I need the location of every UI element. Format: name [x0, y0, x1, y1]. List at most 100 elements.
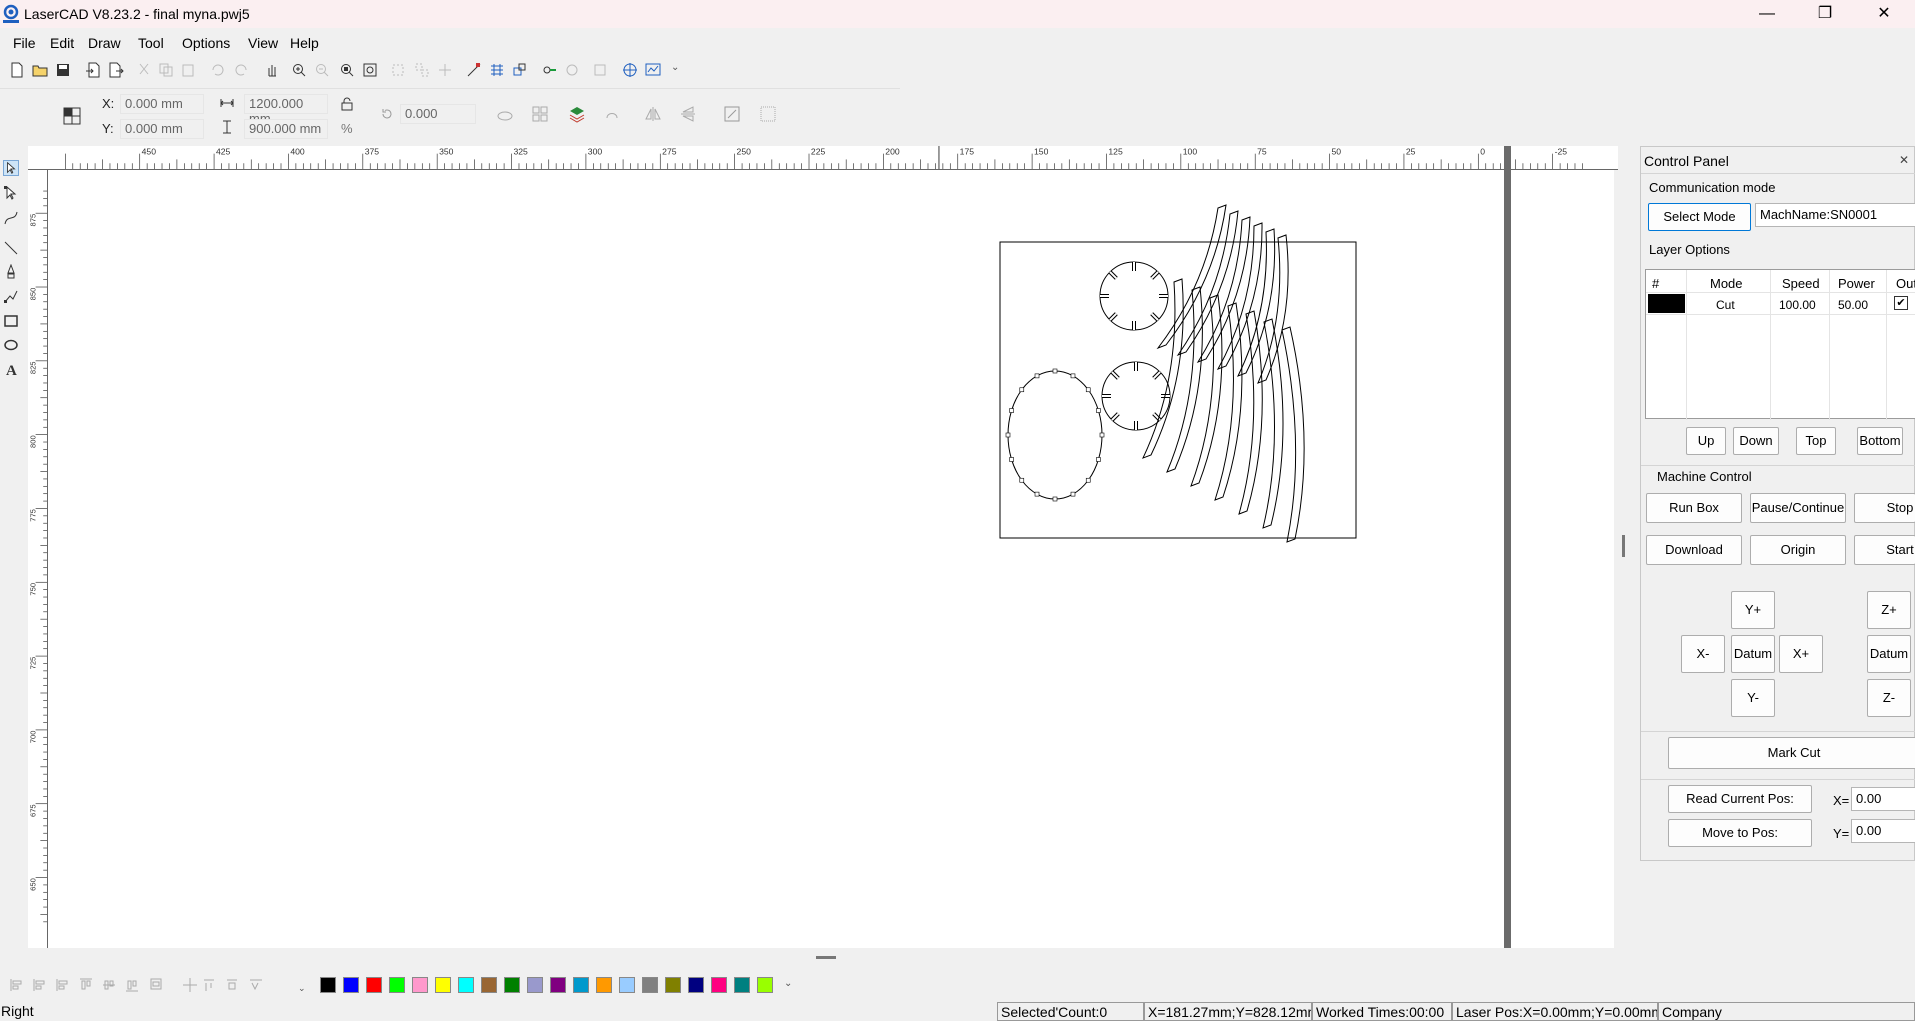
anchor-grid-icon[interactable]	[63, 107, 81, 125]
menu-help[interactable]: Help	[290, 35, 319, 51]
align-icon[interactable]	[512, 62, 528, 78]
palette-swatch[interactable]	[596, 977, 612, 993]
zoom-fit-icon[interactable]	[339, 62, 355, 78]
palette-swatch[interactable]	[366, 977, 382, 993]
run-box-button[interactable]: Run Box	[1646, 493, 1742, 523]
layer-output-checkbox[interactable]: ✔	[1894, 296, 1908, 310]
minimize-button[interactable]: —	[1738, 0, 1796, 28]
y-minus-button[interactable]: Y-	[1731, 679, 1775, 717]
layer-bottom-button[interactable]: Bottom	[1857, 427, 1903, 455]
line-tool-icon[interactable]	[3, 240, 19, 256]
stop-button[interactable]: Stop	[1854, 493, 1915, 523]
palette-swatch[interactable]	[389, 977, 405, 993]
layer-top-button[interactable]: Top	[1796, 427, 1836, 455]
palette-swatch[interactable]	[343, 977, 359, 993]
rectangle-tool-icon[interactable]	[3, 313, 19, 329]
z-minus-button[interactable]: Z-	[1867, 679, 1911, 717]
palette-swatch[interactable]	[573, 977, 589, 993]
palette-swatch[interactable]	[527, 977, 543, 993]
vertical-splitter-grip[interactable]	[1622, 535, 1625, 557]
y-position-field[interactable]: 0.000 mm	[120, 119, 204, 139]
palette-swatch[interactable]	[435, 977, 451, 993]
page-boundary-splitter[interactable]	[1504, 146, 1511, 948]
origin-button[interactable]: Origin	[1750, 535, 1846, 565]
layer-table[interactable]: # Mode Speed Power Out Cut 100.00 50.00 …	[1645, 269, 1915, 420]
download-button[interactable]: Download	[1646, 535, 1742, 565]
zoom-in-icon[interactable]	[291, 62, 307, 78]
new-file-icon[interactable]	[9, 62, 25, 78]
array-icon[interactable]	[489, 62, 505, 78]
layer-power[interactable]: 50.00	[1838, 298, 1868, 312]
x-pos-field[interactable]: 0.00	[1851, 787, 1915, 811]
menu-draw[interactable]: Draw	[88, 35, 121, 51]
height-field[interactable]: 900.000 mm	[244, 119, 328, 139]
layer-mode[interactable]: Cut	[1716, 298, 1735, 312]
laser-target-icon[interactable]	[622, 62, 638, 78]
datum-button[interactable]: Datum	[1731, 635, 1775, 673]
menu-options[interactable]: Options	[182, 35, 230, 51]
import-icon[interactable]	[85, 62, 101, 78]
close-button[interactable]: ✕	[1855, 0, 1913, 28]
layer-up-button[interactable]: Up	[1686, 427, 1726, 455]
ellipse-tool-icon[interactable]	[3, 337, 19, 353]
drawing-canvas[interactable]	[48, 170, 1614, 948]
open-folder-icon[interactable]	[32, 62, 48, 78]
palette-swatch[interactable]	[711, 977, 727, 993]
layer-color-cell[interactable]	[1648, 294, 1685, 313]
z-datum-button[interactable]: Datum	[1867, 635, 1911, 673]
x-minus-button[interactable]: X-	[1681, 635, 1725, 673]
menu-tool[interactable]: Tool	[138, 35, 164, 51]
node-select-tool-icon[interactable]	[3, 185, 19, 201]
cut-optimize-icon[interactable]	[542, 62, 558, 78]
design-artwork[interactable]	[48, 170, 1614, 948]
palette-swatch[interactable]	[734, 977, 750, 993]
polyline-tool-icon[interactable]	[3, 288, 19, 304]
palette-swatch[interactable]	[481, 977, 497, 993]
machine-name-field[interactable]: MachName:SN0001	[1755, 203, 1915, 227]
layer-down-button[interactable]: Down	[1733, 427, 1779, 455]
palette-swatch[interactable]	[665, 977, 681, 993]
x-plus-button[interactable]: X+	[1779, 635, 1823, 673]
simulate-icon[interactable]	[645, 62, 661, 78]
save-icon[interactable]	[55, 62, 71, 78]
palette-swatch[interactable]	[504, 977, 520, 993]
select-mode-button[interactable]: Select Mode	[1648, 203, 1751, 231]
y-plus-button[interactable]: Y+	[1731, 591, 1775, 629]
palette-swatch[interactable]	[688, 977, 704, 993]
node-edit-icon[interactable]	[466, 62, 482, 78]
pan-hand-icon[interactable]	[264, 62, 280, 78]
text-tool-icon[interactable]: A	[3, 361, 19, 377]
palette-swatch[interactable]	[320, 977, 336, 993]
toolbar-overflow-icon[interactable]: ⌄	[671, 62, 687, 78]
menu-edit[interactable]: Edit	[50, 35, 74, 51]
export-icon[interactable]	[108, 62, 124, 78]
palette-swatch[interactable]	[412, 977, 428, 993]
width-field[interactable]: 1200.000 mm	[244, 94, 328, 126]
maximize-button[interactable]: ❐	[1796, 0, 1854, 28]
pen-tool-icon[interactable]	[3, 264, 19, 280]
palette-swatch[interactable]	[458, 977, 474, 993]
horizontal-splitter-grip[interactable]	[816, 956, 836, 959]
palette-swatch[interactable]	[619, 977, 635, 993]
palette-swatch[interactable]	[642, 977, 658, 993]
layers-icon[interactable]	[568, 105, 586, 123]
mark-cut-button[interactable]: Mark Cut	[1668, 737, 1915, 769]
palette-more-icon[interactable]: ⌄	[784, 978, 792, 989]
palette-swatch[interactable]	[550, 977, 566, 993]
y-pos-field[interactable]: 0.00	[1851, 819, 1915, 843]
lock-ratio-icon[interactable]	[340, 97, 354, 111]
layer-speed[interactable]: 100.00	[1779, 298, 1816, 312]
rotate-angle-field[interactable]: 0.000	[400, 104, 476, 124]
menu-view[interactable]: View	[248, 35, 278, 51]
curve-edit-tool-icon[interactable]	[3, 210, 19, 226]
zoom-page-icon[interactable]	[362, 62, 378, 78]
move-to-pos-button[interactable]: Move to Pos:	[1668, 819, 1812, 847]
pause-continue-button[interactable]: Pause/Continue	[1750, 493, 1846, 523]
select-tool-icon[interactable]	[3, 160, 19, 176]
palette-swatch[interactable]	[757, 977, 773, 993]
start-button[interactable]: Start	[1854, 535, 1915, 565]
close-icon[interactable]: ✕	[1899, 153, 1909, 167]
z-plus-button[interactable]: Z+	[1867, 591, 1911, 629]
read-current-pos-button[interactable]: Read Current Pos:	[1668, 785, 1812, 813]
menu-file[interactable]: File	[13, 35, 36, 51]
